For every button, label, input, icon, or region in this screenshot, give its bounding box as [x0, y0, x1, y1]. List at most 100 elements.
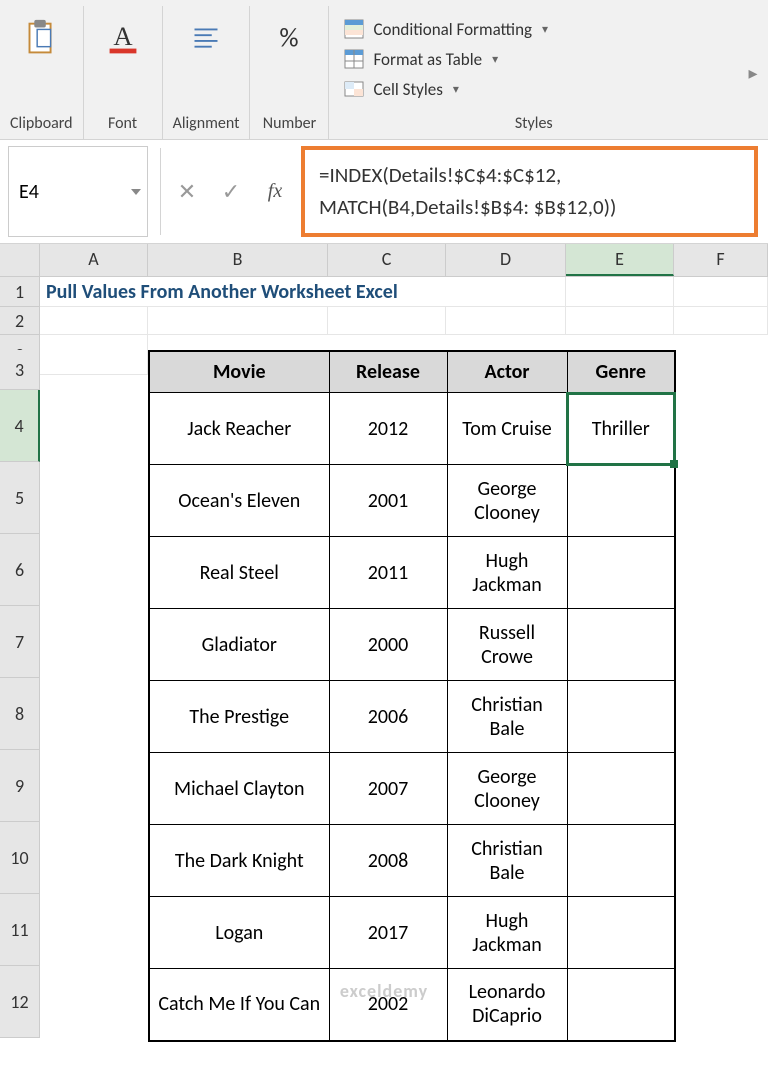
header-genre[interactable]: Genre: [567, 351, 675, 393]
select-all-corner[interactable]: [0, 244, 40, 276]
cell-actor[interactable]: Tom Cruise: [447, 393, 567, 465]
name-box[interactable]: E4: [8, 146, 148, 237]
cell-actor[interactable]: Hugh Jackman: [447, 897, 567, 969]
alignment-button[interactable]: [177, 12, 235, 71]
cell-genre[interactable]: [567, 753, 675, 825]
col-header-C[interactable]: C: [328, 244, 446, 276]
number-label: Number: [263, 114, 316, 135]
cell-movie[interactable]: Michael Clayton: [149, 753, 329, 825]
table-row: Gladiator2000Russell Crowe: [149, 609, 675, 681]
group-styles: Conditional Formatting▾ Format as Table▾…: [329, 6, 738, 139]
table-row: The Prestige2006Christian Bale: [149, 681, 675, 753]
row-header-7[interactable]: 7: [0, 606, 40, 678]
col-header-D[interactable]: D: [446, 244, 566, 276]
row-header-6[interactable]: 6: [0, 534, 40, 606]
cell-movie[interactable]: Gladiator: [149, 609, 329, 681]
cancel-formula-button[interactable]: ✕: [165, 146, 209, 237]
header-movie[interactable]: Movie: [149, 351, 329, 393]
cell-movie[interactable]: Logan: [149, 897, 329, 969]
row-header-12[interactable]: 12: [0, 966, 40, 1038]
cell-movie[interactable]: The Dark Knight: [149, 825, 329, 897]
cell-movie[interactable]: Jack Reacher: [149, 393, 329, 465]
fx-icon: fx: [268, 180, 282, 203]
cell-genre[interactable]: [567, 465, 675, 537]
cell-actor[interactable]: George Clooney: [447, 465, 567, 537]
row-header-8[interactable]: 8: [0, 678, 40, 750]
clipboard-button[interactable]: [12, 12, 70, 71]
clipboard-label: Clipboard: [10, 114, 73, 135]
row-header-2[interactable]: 2: [0, 307, 40, 335]
cell-release[interactable]: 2011: [329, 537, 447, 609]
col-header-F[interactable]: F: [674, 244, 768, 276]
x-icon: ✕: [178, 178, 196, 205]
col-header-A[interactable]: A: [40, 244, 148, 276]
chevron-down-icon: ▾: [542, 22, 548, 37]
row-header-11[interactable]: 11: [0, 894, 40, 966]
cell-actor[interactable]: Leonardo DiCaprio: [447, 969, 567, 1041]
cell-actor[interactable]: Christian Bale: [447, 825, 567, 897]
chevron-down-icon: ▾: [492, 52, 498, 67]
font-label: Font: [108, 114, 137, 135]
ribbon-expand-button[interactable]: ▸: [738, 62, 768, 84]
cell-release[interactable]: 2008: [329, 825, 447, 897]
cell-genre[interactable]: [567, 825, 675, 897]
table-row: Michael Clayton2007George Clooney: [149, 753, 675, 825]
cell-genre[interactable]: [567, 897, 675, 969]
cell-release[interactable]: 2007: [329, 753, 447, 825]
cell-movie[interactable]: Ocean's Eleven: [149, 465, 329, 537]
cell-styles-button[interactable]: Cell Styles▾: [341, 74, 726, 104]
svg-text:A: A: [113, 21, 133, 51]
formula-input[interactable]: =INDEX(Details!$C$4:$C$12, MATCH(B4,Deta…: [301, 146, 758, 237]
cell-actor[interactable]: Hugh Jackman: [447, 537, 567, 609]
row-header-9[interactable]: 9: [0, 750, 40, 822]
header-actor[interactable]: Actor: [447, 351, 567, 393]
cell-release[interactable]: 2012: [329, 393, 447, 465]
cell-release[interactable]: 2017: [329, 897, 447, 969]
cell-genre[interactable]: [567, 609, 675, 681]
row-header-3b[interactable]: 3: [0, 350, 40, 390]
cell-release[interactable]: 2000: [329, 609, 447, 681]
fx-button[interactable]: fx: [253, 146, 297, 237]
col-header-B[interactable]: B: [148, 244, 328, 276]
enter-formula-button[interactable]: ✓: [209, 146, 253, 237]
col-header-E[interactable]: E: [566, 244, 674, 276]
group-font: A Font: [84, 6, 163, 139]
font-button[interactable]: A: [94, 12, 152, 71]
cell-release[interactable]: 2006: [329, 681, 447, 753]
data-table: Movie Release Actor Genre Jack Reacher20…: [148, 350, 676, 1042]
check-icon: ✓: [222, 178, 240, 205]
format-as-table-icon: [343, 48, 365, 70]
row-header-1[interactable]: 1: [0, 277, 40, 307]
alignment-icon: [183, 16, 229, 67]
paste-icon: [18, 16, 64, 67]
column-headers: A B C D E F: [0, 244, 768, 277]
row-header-5[interactable]: 5: [0, 462, 40, 534]
cell-genre[interactable]: [567, 681, 675, 753]
conditional-formatting-button[interactable]: Conditional Formatting▾: [341, 14, 726, 44]
cell-release[interactable]: 2002: [329, 969, 447, 1041]
format-as-table-button[interactable]: Format as Table▾: [341, 44, 726, 74]
cell-styles-icon: [343, 78, 365, 100]
ribbon: Clipboard A Font Alignment % Number: [0, 0, 768, 140]
cell-genre[interactable]: [567, 969, 675, 1041]
cell-release[interactable]: 2001: [329, 465, 447, 537]
chevron-down-icon: ▾: [453, 82, 459, 97]
cell-actor[interactable]: Russell Crowe: [447, 609, 567, 681]
cell-actor[interactable]: George Clooney: [447, 753, 567, 825]
font-icon: A: [100, 16, 146, 67]
header-release[interactable]: Release: [329, 351, 447, 393]
svg-text:%: %: [280, 22, 299, 55]
cell-genre[interactable]: Thriller: [567, 393, 675, 465]
group-number: % Number: [250, 6, 329, 139]
cell-actor[interactable]: Christian Bale: [447, 681, 567, 753]
alignment-label: Alignment: [173, 114, 240, 135]
row-header-4[interactable]: 4: [0, 390, 40, 462]
cell-movie[interactable]: The Prestige: [149, 681, 329, 753]
cell-genre[interactable]: [567, 537, 675, 609]
number-button[interactable]: %: [260, 12, 318, 71]
table-row: Real Steel2011Hugh Jackman: [149, 537, 675, 609]
row-header-10[interactable]: 10: [0, 822, 40, 894]
worksheet-title[interactable]: Pull Values From Another Worksheet Excel: [40, 277, 148, 307]
cell-movie[interactable]: Catch Me If You Can: [149, 969, 329, 1041]
cell-movie[interactable]: Real Steel: [149, 537, 329, 609]
